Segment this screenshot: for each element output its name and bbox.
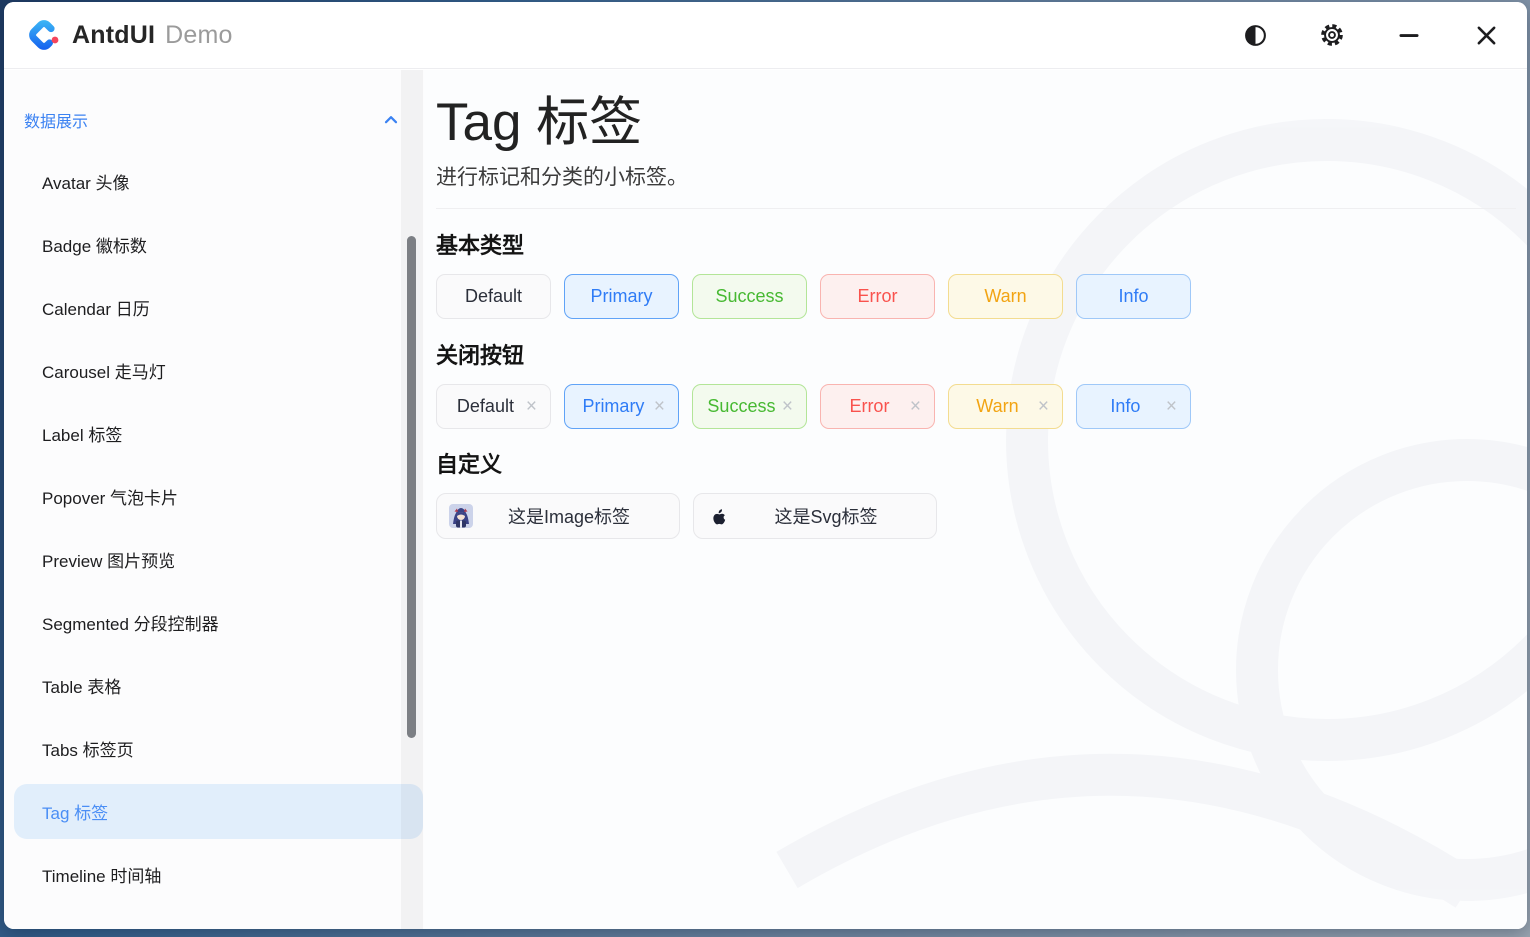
theme-toggle-button[interactable]: [1240, 20, 1270, 50]
sidebar-item-tabs[interactable]: Tabs 标签页: [4, 717, 424, 780]
sidebar-scrollbar-thumb[interactable]: [407, 236, 416, 738]
sidebar-item-popover[interactable]: Popover 气泡卡片: [4, 465, 424, 528]
section-heading-custom: 自定义: [436, 447, 502, 479]
sidebar-item-tag[interactable]: Tag 标签: [4, 780, 424, 843]
sidebar-item-calendar[interactable]: Calendar 日历: [4, 276, 424, 339]
sidebar-item-timeline[interactable]: Timeline 时间轴: [4, 843, 424, 906]
tag-success: Success: [692, 274, 807, 319]
app-title-brand: AntdUI: [72, 21, 155, 49]
close-icon: [1473, 22, 1500, 49]
sidebar-scrollbar-track[interactable]: [401, 70, 423, 929]
closable-tags-row: Default× Primary× Success× Error× Warn× …: [436, 384, 1191, 429]
sidebar-item-badge[interactable]: Badge 徽标数: [4, 213, 424, 276]
half-circle-icon: [1243, 23, 1268, 48]
main-content: Tag 标签 进行标记和分类的小标签。 基本类型 Default Primary…: [424, 70, 1527, 929]
tag-error: Error: [820, 274, 935, 319]
minimize-button[interactable]: [1394, 20, 1424, 50]
tag-info: Info: [1076, 274, 1191, 319]
gear-icon: [1319, 22, 1345, 48]
divider: [436, 208, 1516, 209]
sidebar: 数据展示 Avatar 头像 Badge 徽标数 Calendar 日历 Car…: [4, 70, 424, 929]
closable-tag-success: Success×: [692, 384, 807, 429]
page-subtitle: 进行标记和分类的小标签。: [436, 161, 688, 191]
custom-tag-svg: 这是Svg标签: [693, 493, 937, 539]
sidebar-group-label: 数据展示: [24, 108, 88, 132]
chevron-up-icon[interactable]: [382, 111, 400, 129]
sidebar-item-table[interactable]: Table 表格: [4, 654, 424, 717]
app-window: AntdUI Demo: [4, 2, 1527, 929]
sidebar-item-preview[interactable]: Preview 图片预览: [4, 528, 424, 591]
section-heading-basic: 基本类型: [436, 228, 524, 260]
minimize-icon: [1396, 22, 1422, 48]
app-title: AntdUI Demo: [72, 21, 233, 50]
basic-tags-row: Default Primary Success Error Warn Info: [436, 274, 1191, 319]
titlebar-controls: [1240, 20, 1501, 50]
tag-primary: Primary: [564, 274, 679, 319]
tag-close-icon[interactable]: ×: [1038, 397, 1049, 416]
tag-close-icon[interactable]: ×: [1166, 397, 1177, 416]
app-title-suffix: Demo: [165, 21, 233, 49]
sidebar-item-avatar[interactable]: Avatar 头像: [4, 150, 424, 213]
titlebar: AntdUI Demo: [4, 2, 1527, 69]
tag-warn: Warn: [948, 274, 1063, 319]
avatar-image: [449, 504, 473, 528]
sidebar-item-segmented[interactable]: Segmented 分段控制器: [4, 591, 424, 654]
sidebar-item-label[interactable]: Label 标签: [4, 402, 424, 465]
settings-button[interactable]: [1317, 20, 1347, 50]
page-title: Tag 标签: [436, 80, 642, 156]
sidebar-nav: Avatar 头像 Badge 徽标数 Calendar 日历 Carousel…: [4, 150, 424, 906]
tag-close-icon[interactable]: ×: [910, 397, 921, 416]
closable-tag-default: Default×: [436, 384, 551, 429]
closable-tag-warn: Warn×: [948, 384, 1063, 429]
sidebar-group-data-display[interactable]: 数据展示: [4, 102, 400, 138]
antdui-logo-icon: [28, 19, 60, 51]
apple-logo-icon: [706, 504, 730, 528]
closable-tag-info: Info×: [1076, 384, 1191, 429]
close-button[interactable]: [1471, 20, 1501, 50]
closable-tag-primary: Primary×: [564, 384, 679, 429]
sidebar-item-carousel[interactable]: Carousel 走马灯: [4, 339, 424, 402]
tag-default: Default: [436, 274, 551, 319]
tag-close-icon[interactable]: ×: [526, 397, 537, 416]
section-heading-closable: 关闭按钮: [436, 338, 524, 370]
custom-tag-image: 这是Image标签: [436, 493, 680, 539]
tag-close-icon[interactable]: ×: [782, 397, 793, 416]
tag-close-icon[interactable]: ×: [654, 397, 665, 416]
custom-tags-row: 这是Image标签 这是Svg标签: [436, 493, 937, 539]
closable-tag-error: Error×: [820, 384, 935, 429]
